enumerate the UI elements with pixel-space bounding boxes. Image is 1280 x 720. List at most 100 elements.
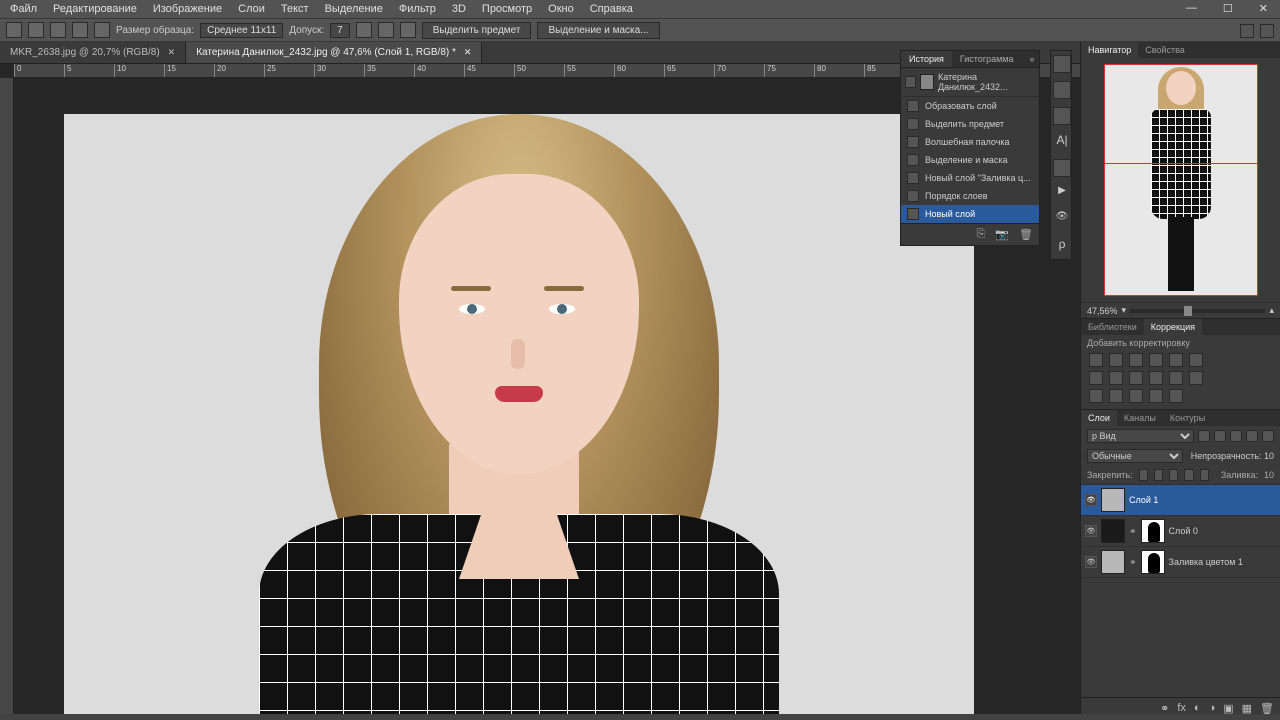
tab-history[interactable]: История xyxy=(901,51,952,67)
search-icon[interactable] xyxy=(1240,24,1254,38)
document-tab-1[interactable]: MKR_2638.jpg @ 20,7% (RGB/8) ✕ xyxy=(0,42,186,63)
adj-levels-icon[interactable] xyxy=(1109,353,1123,367)
layer-row[interactable]: 👁 ⚭ Слой 0 xyxy=(1081,516,1280,547)
history-item[interactable]: Выделить предмет xyxy=(901,115,1039,133)
selection-subtract-icon[interactable] xyxy=(72,22,88,38)
menu-image[interactable]: Изображение xyxy=(145,3,230,15)
lock-position-icon[interactable] xyxy=(1169,469,1178,481)
filter-smart-icon[interactable] xyxy=(1262,430,1274,442)
tool-magicwand-icon[interactable] xyxy=(6,22,22,38)
adj-more-icon[interactable] xyxy=(1189,353,1203,367)
adj-vibrance-icon[interactable] xyxy=(1169,353,1183,367)
adj-curves-icon[interactable] xyxy=(1129,353,1143,367)
selection-intersect-icon[interactable] xyxy=(94,22,110,38)
menu-select[interactable]: Выделение xyxy=(317,3,391,15)
adj-selective-icon[interactable] xyxy=(1169,389,1183,403)
opacity-value[interactable]: 10 xyxy=(1264,451,1274,461)
tab-adjustments[interactable]: Коррекция xyxy=(1144,319,1202,335)
navigator-thumbnail[interactable] xyxy=(1104,64,1258,296)
selection-new-icon[interactable] xyxy=(28,22,44,38)
close-icon[interactable]: ✕ xyxy=(1251,2,1276,15)
delete-icon[interactable]: 🗑 xyxy=(1019,228,1033,241)
adj-balance-icon[interactable] xyxy=(1109,371,1123,385)
panel-p-icon[interactable]: ρ xyxy=(1053,237,1071,255)
antialias-icon[interactable] xyxy=(356,22,372,38)
menu-3d[interactable]: 3D xyxy=(444,3,474,15)
minimize-icon[interactable]: — xyxy=(1178,2,1205,15)
menu-edit[interactable]: Редактирование xyxy=(45,3,145,15)
menu-view[interactable]: Просмотр xyxy=(474,3,540,15)
tab-channels[interactable]: Каналы xyxy=(1117,410,1163,426)
menu-layers[interactable]: Слои xyxy=(230,3,273,15)
adj-gradient-map-icon[interactable] xyxy=(1149,389,1163,403)
history-item[interactable]: Выделение и маска xyxy=(901,151,1039,169)
adj-lookup-icon[interactable] xyxy=(1189,371,1203,385)
history-snapshot-thumb[interactable] xyxy=(920,74,934,90)
adj-exposure-icon[interactable] xyxy=(1149,353,1163,367)
layer-visibility-icon[interactable]: 👁 xyxy=(1085,494,1097,506)
blend-mode-select[interactable]: Обычные xyxy=(1087,449,1183,463)
selection-add-icon[interactable] xyxy=(50,22,66,38)
panel-actions-icon[interactable]: ▶ xyxy=(1053,185,1071,203)
history-item[interactable]: Порядок слоев xyxy=(901,187,1039,205)
sample-all-icon[interactable] xyxy=(400,22,416,38)
menu-file[interactable]: Файл xyxy=(2,3,45,15)
panel-swatches-icon[interactable] xyxy=(1053,81,1071,99)
adj-channel-mixer-icon[interactable] xyxy=(1169,371,1183,385)
history-item[interactable]: Новый слой xyxy=(901,205,1039,223)
layer-name-label[interactable]: Слой 1 xyxy=(1129,495,1158,505)
snapshot-icon[interactable]: 📷 xyxy=(995,228,1009,241)
layer-link-icon[interactable]: ⚭ xyxy=(1129,557,1137,568)
history-item[interactable]: Новый слой "Заливка ц... xyxy=(901,169,1039,187)
panel-paragraph-icon[interactable] xyxy=(1053,159,1071,177)
menu-filter[interactable]: Фильтр xyxy=(391,3,444,15)
layer-name-label[interactable]: Заливка цветом 1 xyxy=(1169,557,1243,567)
sample-size-value[interactable]: Среднее 11x11 xyxy=(200,23,283,38)
panel-collapse-icon[interactable]: » xyxy=(1022,51,1043,67)
adj-threshold-icon[interactable] xyxy=(1129,389,1143,403)
select-subject-button[interactable]: Выделить предмет xyxy=(422,22,532,39)
layer-visibility-icon[interactable]: 👁 xyxy=(1085,556,1097,568)
panel-brushes-icon[interactable] xyxy=(1053,107,1071,125)
fill-value[interactable]: 10 xyxy=(1264,470,1274,480)
zoom-slider[interactable] xyxy=(1130,309,1265,313)
adj-invert-icon[interactable] xyxy=(1089,389,1103,403)
document-tab-2[interactable]: Катерина Данилюк_2432.jpg @ 47,6% (Слой … xyxy=(186,42,482,63)
filter-type-icon[interactable] xyxy=(1230,430,1242,442)
close-tab-icon[interactable]: ✕ xyxy=(168,47,176,58)
panel-type-icon[interactable]: A| xyxy=(1053,133,1071,151)
history-item[interactable]: Образовать слой xyxy=(901,97,1039,115)
close-tab-icon[interactable]: ✕ xyxy=(464,47,472,58)
panel-preview-icon[interactable]: 👁 xyxy=(1053,211,1071,229)
adj-hue-icon[interactable] xyxy=(1089,371,1103,385)
lock-image-icon[interactable] xyxy=(1154,469,1163,481)
tab-navigator[interactable]: Навигатор xyxy=(1081,42,1138,58)
tab-properties[interactable]: Свойства xyxy=(1138,42,1192,58)
adj-posterize-icon[interactable] xyxy=(1109,389,1123,403)
filter-pixel-icon[interactable] xyxy=(1198,430,1210,442)
menu-help[interactable]: Справка xyxy=(582,3,641,15)
layer-kind-select[interactable]: р Вид xyxy=(1087,429,1194,443)
lock-all-icon[interactable] xyxy=(1200,469,1209,481)
adj-brightness-icon[interactable] xyxy=(1089,353,1103,367)
layer-row[interactable]: 👁 Слой 1 xyxy=(1081,485,1280,516)
lock-artboard-icon[interactable] xyxy=(1184,469,1193,481)
menu-window[interactable]: Окно xyxy=(540,3,582,15)
filter-shape-icon[interactable] xyxy=(1246,430,1258,442)
layer-visibility-icon[interactable]: 👁 xyxy=(1085,525,1097,537)
panel-color-icon[interactable] xyxy=(1053,55,1071,73)
tab-paths[interactable]: Контуры xyxy=(1163,410,1212,426)
lock-transparency-icon[interactable] xyxy=(1139,469,1148,481)
create-document-icon[interactable]: ⎘ xyxy=(977,228,986,241)
workspace-icon[interactable] xyxy=(1260,24,1274,38)
adj-photo-filter-icon[interactable] xyxy=(1149,371,1163,385)
tab-histogram[interactable]: Гистограмма xyxy=(952,51,1022,67)
zoom-out-icon[interactable]: ▾ xyxy=(1122,305,1127,316)
tab-layers[interactable]: Слои xyxy=(1081,410,1117,426)
layer-row[interactable]: 👁 ⚭ Заливка цветом 1 xyxy=(1081,547,1280,578)
maximize-icon[interactable]: ☐ xyxy=(1215,2,1241,15)
layer-name-label[interactable]: Слой 0 xyxy=(1169,526,1198,536)
layer-link-icon[interactable]: ⚭ xyxy=(1129,526,1137,537)
zoom-in-icon[interactable]: ▴ xyxy=(1269,305,1274,316)
tab-libraries[interactable]: Библиотеки xyxy=(1081,319,1144,335)
